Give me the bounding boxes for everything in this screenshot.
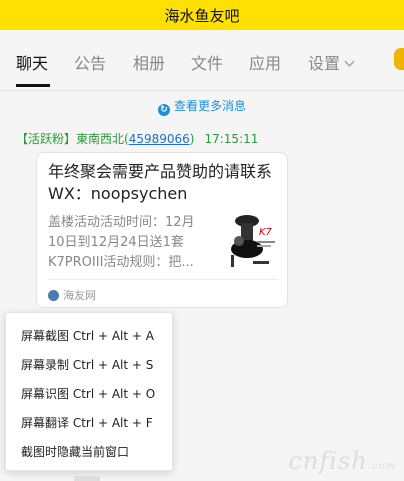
info-icon: ↻	[157, 104, 170, 116]
menu-item-hide-window[interactable]: 截图时隐藏当前窗口	[21, 443, 129, 460]
tab-bar: 聊天 公告 相册 文件 应用 设置	[0, 30, 404, 91]
watermark: cnfish.com	[288, 447, 396, 475]
product-thumbnail: K7	[223, 211, 279, 273]
sender-badge: 【活跃粉】	[16, 132, 77, 146]
menu-item-screen-record[interactable]: 屏幕录制 Ctrl + Alt + S	[21, 356, 153, 373]
tab-settings-label: 设置	[308, 54, 341, 73]
tab-album[interactable]: 相册	[133, 50, 165, 74]
card-title: 年终聚会需要产品赞助的请联系WX：noopsychen	[48, 162, 273, 203]
side-panel-icon[interactable]	[394, 48, 404, 70]
tab-apps[interactable]: 应用	[249, 50, 281, 74]
sender-name[interactable]: 東南西北	[76, 132, 124, 146]
message-header: 【活跃粉】東南西北(45989066) 17:15:11	[16, 132, 259, 146]
shared-link-card[interactable]: 年终聚会需要产品赞助的请联系WX：noopsychen 盖楼活动活动时间：12月…	[36, 152, 288, 308]
card-source: 海友网	[48, 287, 96, 303]
tab-announcements[interactable]: 公告	[74, 50, 106, 74]
sender-uid[interactable]: 45989066	[129, 132, 190, 146]
card-description: 盖楼活动活动时间：12月10日到12月24日送1套K7PROIII活动规则：把.…	[48, 215, 195, 270]
menu-item-screen-translate[interactable]: 屏幕翻译 Ctrl + Alt + F	[21, 414, 153, 431]
title-bar: 海水鱼友吧	[0, 0, 404, 30]
active-tab-indicator	[16, 84, 50, 87]
menu-item-screenshot[interactable]: 屏幕截图 Ctrl + Alt + A	[21, 327, 154, 344]
tab-chat[interactable]: 聊天	[16, 50, 48, 74]
watermark-suffix: .com	[367, 461, 396, 472]
resize-handle[interactable]	[74, 476, 100, 481]
card-source-label: 海友网	[63, 289, 96, 302]
card-divider	[48, 279, 278, 280]
svg-text:K7: K7	[259, 227, 273, 238]
menu-item-screen-ocr[interactable]: 屏幕识图 Ctrl + Alt + O	[21, 385, 155, 402]
chevron-down-icon	[344, 56, 355, 67]
window-title: 海水鱼友吧	[164, 6, 240, 25]
view-more-messages-label: 查看更多消息	[173, 99, 246, 113]
screenshot-context-menu: 屏幕截图 Ctrl + Alt + A 屏幕录制 Ctrl + Alt + S …	[5, 312, 173, 471]
view-more-messages-link[interactable]: ↻ 查看更多消息	[0, 97, 404, 116]
message-time: 17:15:11	[204, 132, 259, 146]
source-icon	[48, 290, 59, 301]
tab-settings[interactable]: 设置	[308, 50, 355, 74]
tab-files[interactable]: 文件	[191, 50, 223, 74]
watermark-text: cnfish	[288, 447, 368, 475]
